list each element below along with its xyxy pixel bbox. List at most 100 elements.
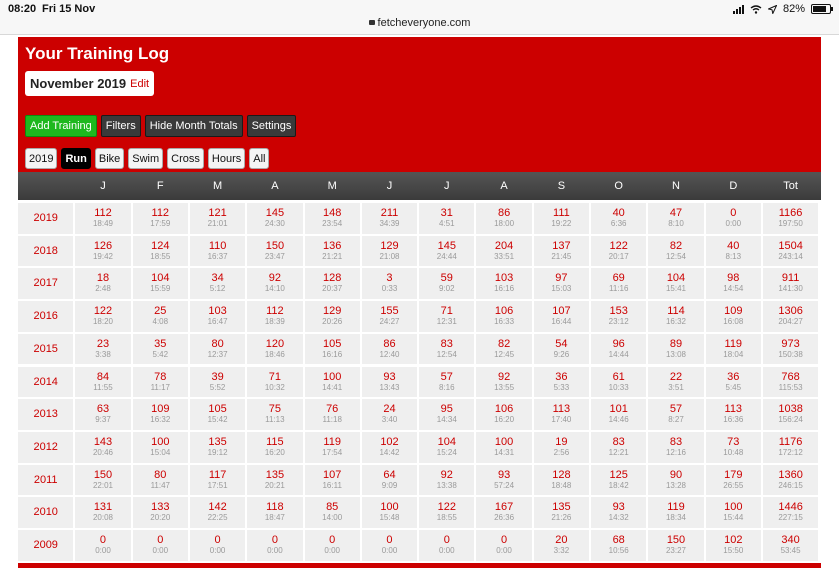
month-cell[interactable]: 124 18:55 <box>132 235 188 267</box>
month-cell[interactable]: 100 14:31 <box>476 431 532 463</box>
month-cell[interactable]: 93 14:32 <box>591 497 647 528</box>
year-label[interactable]: 2009 <box>18 530 74 561</box>
month-cell[interactable]: 64 9:09 <box>361 464 418 496</box>
month-cell[interactable]: 100 15:44 <box>705 497 761 528</box>
year-label[interactable]: 2015 <box>18 333 74 365</box>
month-cell[interactable]: 109 16:32 <box>132 399 188 430</box>
month-cell[interactable]: 35 5:42 <box>132 333 188 365</box>
year-total-cell[interactable]: 1176 172:12 <box>762 431 819 463</box>
year-label[interactable]: 2010 <box>18 497 74 528</box>
month-cell[interactable]: 86 18:00 <box>476 203 532 234</box>
month-cell[interactable]: 122 18:20 <box>75 301 131 332</box>
month-cell[interactable]: 129 21:08 <box>361 235 418 267</box>
month-cell[interactable]: 61 10:33 <box>591 366 647 398</box>
month-cell[interactable]: 105 15:42 <box>189 399 246 430</box>
month-cell[interactable]: 106 16:33 <box>476 301 532 332</box>
month-cell[interactable]: 104 15:24 <box>419 431 475 463</box>
month-cell[interactable]: 104 15:59 <box>132 268 188 300</box>
hide-month-totals-button[interactable]: Hide Month Totals <box>144 115 243 137</box>
filter-chip-all[interactable]: All <box>249 148 270 169</box>
month-cell[interactable]: 112 18:49 <box>75 203 131 234</box>
month-cell[interactable]: 117 17:51 <box>189 464 246 496</box>
month-cell[interactable]: 145 24:30 <box>247 203 303 234</box>
month-cell[interactable]: 135 20:21 <box>247 464 303 496</box>
filter-chip-2019[interactable]: 2019 <box>25 148 58 169</box>
month-cell[interactable]: 20 3:32 <box>533 530 590 561</box>
month-cell[interactable]: 59 9:02 <box>419 268 475 300</box>
month-cell[interactable]: 73 10:48 <box>705 431 761 463</box>
filter-chip-cross[interactable]: Cross <box>167 148 204 169</box>
address-bar[interactable]: fetcheveryone.com <box>0 17 839 29</box>
month-cell[interactable]: 54 9:26 <box>533 333 590 365</box>
month-cell[interactable]: 150 23:47 <box>247 235 303 267</box>
month-cell[interactable]: 103 16:47 <box>189 301 246 332</box>
month-cell[interactable]: 25 4:08 <box>132 301 188 332</box>
month-cell[interactable]: 179 26:55 <box>705 464 761 496</box>
month-cell[interactable]: 83 12:16 <box>648 431 704 463</box>
month-cell[interactable]: 110 16:37 <box>189 235 246 267</box>
month-cell[interactable]: 115 16:20 <box>247 431 303 463</box>
month-cell[interactable]: 100 14:41 <box>304 366 360 398</box>
year-label[interactable]: 2014 <box>18 366 74 398</box>
month-cell[interactable]: 0 0:00 <box>419 530 475 561</box>
year-label[interactable]: 2017 <box>18 268 74 300</box>
edit-month-link[interactable]: Edit <box>130 78 149 90</box>
month-cell[interactable]: 3 0:33 <box>361 268 418 300</box>
year-total-cell[interactable]: 1306 204:27 <box>762 301 819 332</box>
month-cell[interactable]: 155 24:27 <box>361 301 418 332</box>
month-cell[interactable]: 69 11:16 <box>591 268 647 300</box>
month-cell[interactable]: 23 3:38 <box>75 333 131 365</box>
month-cell[interactable]: 102 14:42 <box>361 431 418 463</box>
month-cell[interactable]: 92 13:55 <box>476 366 532 398</box>
month-cell[interactable]: 0 0:00 <box>705 203 761 234</box>
month-cell[interactable]: 93 57:24 <box>476 464 532 496</box>
filter-chip-bike[interactable]: Bike <box>94 148 125 169</box>
month-cell[interactable]: 34 5:12 <box>189 268 246 300</box>
month-cell[interactable]: 148 23:54 <box>304 203 360 234</box>
month-cell[interactable]: 19 2:56 <box>533 431 590 463</box>
month-cell[interactable]: 76 11:18 <box>304 399 360 430</box>
month-cell[interactable]: 167 26:36 <box>476 497 532 528</box>
month-cell[interactable]: 57 8:16 <box>419 366 475 398</box>
month-cell[interactable]: 211 34:39 <box>361 203 418 234</box>
year-total-cell[interactable]: 973 150:38 <box>762 333 819 365</box>
filter-chip-swim[interactable]: Swim <box>128 148 164 169</box>
month-cell[interactable]: 150 23:27 <box>648 530 704 561</box>
month-cell[interactable]: 103 16:16 <box>476 268 532 300</box>
month-cell[interactable]: 119 18:04 <box>705 333 761 365</box>
month-cell[interactable]: 100 15:48 <box>361 497 418 528</box>
month-cell[interactable]: 84 11:55 <box>75 366 131 398</box>
month-cell[interactable]: 125 18:42 <box>591 464 647 496</box>
month-cell[interactable]: 109 16:08 <box>705 301 761 332</box>
month-cell[interactable]: 111 19:22 <box>533 203 590 234</box>
month-cell[interactable]: 129 20:26 <box>304 301 360 332</box>
month-cell[interactable]: 0 0:00 <box>361 530 418 561</box>
month-cell[interactable]: 135 21:26 <box>533 497 590 528</box>
month-cell[interactable]: 31 4:51 <box>419 203 475 234</box>
filter-chip-run[interactable]: Run <box>61 148 91 169</box>
month-cell[interactable]: 47 8:10 <box>648 203 704 234</box>
month-cell[interactable]: 104 15:41 <box>648 268 704 300</box>
month-cell[interactable]: 24 3:40 <box>361 399 418 430</box>
month-cell[interactable]: 133 20:20 <box>132 497 188 528</box>
month-cell[interactable]: 36 5:33 <box>533 366 590 398</box>
month-cell[interactable]: 89 13:08 <box>648 333 704 365</box>
month-cell[interactable]: 75 11:13 <box>247 399 303 430</box>
month-cell[interactable]: 0 0:00 <box>132 530 188 561</box>
month-cell[interactable]: 90 13:28 <box>648 464 704 496</box>
year-label[interactable]: 2016 <box>18 301 74 332</box>
month-cell[interactable]: 0 0:00 <box>247 530 303 561</box>
month-cell[interactable]: 22 3:51 <box>648 366 704 398</box>
month-cell[interactable]: 137 21:45 <box>533 235 590 267</box>
month-cell[interactable]: 57 8:27 <box>648 399 704 430</box>
month-cell[interactable]: 98 14:54 <box>705 268 761 300</box>
month-cell[interactable]: 153 23:12 <box>591 301 647 332</box>
month-cell[interactable]: 78 11:17 <box>132 366 188 398</box>
month-cell[interactable]: 80 11:47 <box>132 464 188 496</box>
month-cell[interactable]: 204 33:51 <box>476 235 532 267</box>
month-cell[interactable]: 135 19:12 <box>189 431 246 463</box>
month-cell[interactable]: 96 14:44 <box>591 333 647 365</box>
month-cell[interactable]: 40 6:36 <box>591 203 647 234</box>
month-cell[interactable]: 68 10:56 <box>591 530 647 561</box>
month-cell[interactable]: 71 12:31 <box>419 301 475 332</box>
